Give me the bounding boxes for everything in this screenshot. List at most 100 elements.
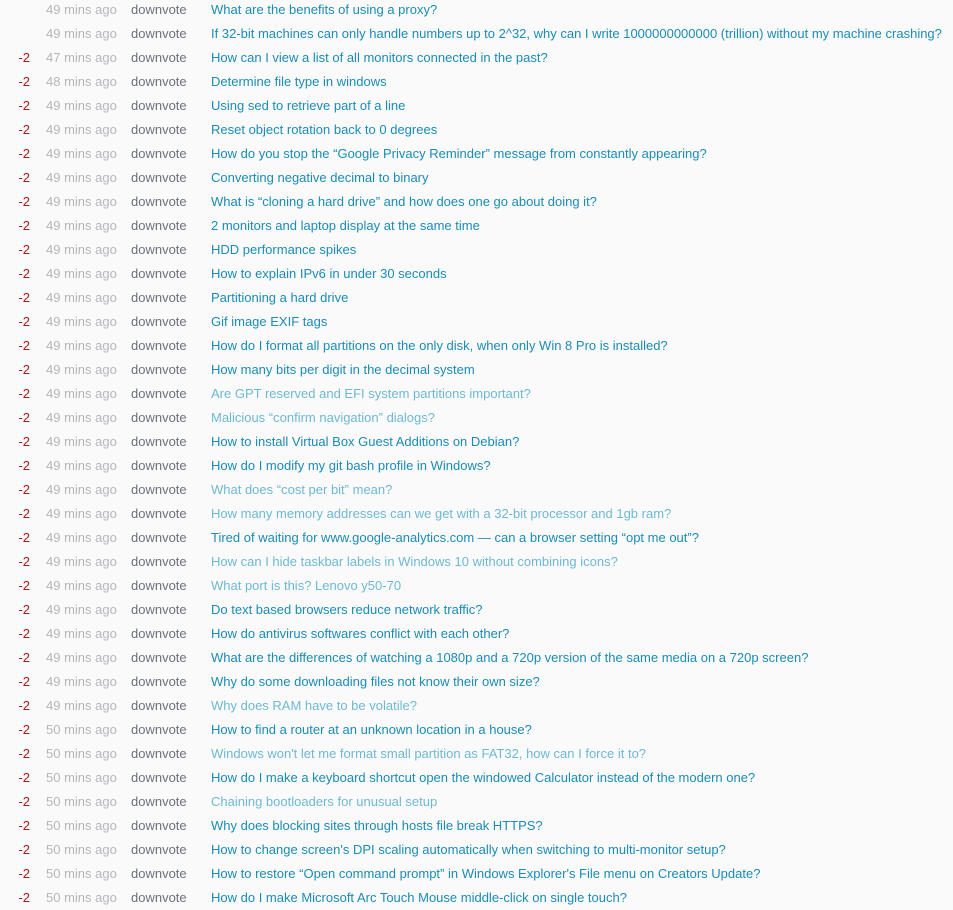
vote-score: -2 — [18, 602, 30, 617]
question-link[interactable]: How do I make a keyboard shortcut open t… — [211, 766, 755, 790]
vote-time: 49 mins ago — [46, 290, 117, 305]
vote-action: downvote — [131, 410, 187, 425]
question-link[interactable]: 2 monitors and laptop display at the sam… — [211, 214, 480, 238]
vote-action: downvote — [131, 386, 187, 401]
list-item: 49 mins ago downvote What are the benefi… — [0, 0, 953, 22]
question-link[interactable]: HDD performance spikes — [211, 238, 356, 262]
list-item: -2 49 mins ago downvote Are GPT reserved… — [0, 382, 953, 406]
vote-action: downvote — [131, 866, 187, 881]
vote-action: downvote — [131, 290, 187, 305]
vote-score: -2 — [18, 866, 30, 881]
question-link[interactable]: What is “cloning a hard drive” and how d… — [211, 190, 597, 214]
question-link[interactable]: Malicious “confirm navigation” dialogs? — [211, 406, 435, 430]
list-item: -2 50 mins ago downvote Windows won't le… — [0, 742, 953, 766]
vote-score: -2 — [18, 482, 30, 497]
list-item: -2 47 mins ago downvote How can I view a… — [0, 46, 953, 70]
list-item: -2 49 mins ago downvote Do text based br… — [0, 598, 953, 622]
question-link[interactable]: How do antivirus softwares conflict with… — [211, 622, 509, 646]
question-link[interactable]: Why does RAM have to be volatile? — [211, 694, 417, 718]
question-link[interactable]: How do I format all partitions on the on… — [211, 334, 668, 358]
question-link[interactable]: Determine file type in windows — [211, 70, 387, 94]
list-item: -2 49 mins ago downvote How do I format … — [0, 334, 953, 358]
vote-score: -2 — [18, 626, 30, 641]
vote-time: 49 mins ago — [46, 122, 117, 137]
question-link[interactable]: What port is this? Lenovo y50-70 — [211, 574, 401, 598]
question-link[interactable]: Partitioning a hard drive — [211, 286, 348, 310]
list-item: -2 50 mins ago downvote How to restore “… — [0, 862, 953, 886]
vote-time: 49 mins ago — [46, 698, 117, 713]
vote-time: 49 mins ago — [46, 626, 117, 641]
vote-action: downvote — [131, 890, 187, 905]
question-link[interactable]: How to restore “Open command prompt” in … — [211, 862, 760, 886]
vote-time: 50 mins ago — [46, 890, 117, 905]
vote-time: 50 mins ago — [46, 842, 117, 857]
question-link[interactable]: How to change screen's DPI scaling autom… — [211, 838, 726, 862]
vote-score: -2 — [18, 794, 30, 809]
vote-score: -2 — [18, 818, 30, 833]
list-item: -2 49 mins ago downvote Malicious “confi… — [0, 406, 953, 430]
vote-score: -2 — [18, 50, 30, 65]
vote-time: 49 mins ago — [46, 602, 117, 617]
list-item: -2 49 mins ago downvote How to explain I… — [0, 262, 953, 286]
vote-score: -2 — [18, 194, 30, 209]
vote-action: downvote — [131, 482, 187, 497]
question-link[interactable]: Windows won't let me format small partit… — [211, 742, 646, 766]
question-link[interactable]: How can I view a list of all monitors co… — [211, 46, 548, 70]
question-link[interactable]: What are the benefits of using a proxy? — [211, 0, 437, 22]
vote-time: 49 mins ago — [46, 146, 117, 161]
list-item: -2 48 mins ago downvote Determine file t… — [0, 70, 953, 94]
vote-action: downvote — [131, 338, 187, 353]
vote-score: -2 — [18, 386, 30, 401]
question-link[interactable]: If 32-bit machines can only handle numbe… — [211, 22, 942, 46]
vote-time: 49 mins ago — [46, 242, 117, 257]
question-link[interactable]: How to find a router at an unknown locat… — [211, 718, 532, 742]
vote-time: 49 mins ago — [46, 530, 117, 545]
vote-action: downvote — [131, 698, 187, 713]
question-link[interactable]: How to explain IPv6 in under 30 seconds — [211, 262, 447, 286]
vote-time: 49 mins ago — [46, 434, 117, 449]
question-link[interactable]: How do you stop the “Google Privacy Remi… — [211, 142, 707, 166]
question-link[interactable]: Do text based browsers reduce network tr… — [211, 598, 482, 622]
vote-action: downvote — [131, 770, 187, 785]
list-item: -2 49 mins ago downvote How do I modify … — [0, 454, 953, 478]
list-item: -2 49 mins ago downvote Reset object rot… — [0, 118, 953, 142]
vote-time: 48 mins ago — [46, 74, 117, 89]
question-link[interactable]: What does “cost per bit” mean? — [211, 478, 392, 502]
question-link[interactable]: Why do some downloading files not know t… — [211, 670, 540, 694]
question-link[interactable]: Using sed to retrieve part of a line — [211, 94, 405, 118]
list-item: -2 49 mins ago downvote How many bits pe… — [0, 358, 953, 382]
vote-time: 49 mins ago — [46, 2, 117, 17]
question-link[interactable]: Chaining bootloaders for unusual setup — [211, 790, 437, 814]
list-item: -2 49 mins ago downvote What are the dif… — [0, 646, 953, 670]
question-link[interactable]: Gif image EXIF tags — [211, 310, 327, 334]
question-link[interactable]: How to install Virtual Box Guest Additio… — [211, 430, 519, 454]
question-link[interactable]: Are GPT reserved and EFI system partitio… — [211, 382, 531, 406]
vote-time: 49 mins ago — [46, 482, 117, 497]
vote-action: downvote — [131, 746, 187, 761]
vote-time: 49 mins ago — [46, 362, 117, 377]
vote-score: -2 — [18, 554, 30, 569]
vote-time: 49 mins ago — [46, 218, 117, 233]
question-link[interactable]: Converting negative decimal to binary — [211, 166, 429, 190]
list-item: -2 50 mins ago downvote How do I make a … — [0, 766, 953, 790]
question-link[interactable]: Why does blocking sites through hosts fi… — [211, 814, 543, 838]
question-link[interactable]: How do I make Microsoft Arc Touch Mouse … — [211, 886, 627, 910]
vote-time: 49 mins ago — [46, 458, 117, 473]
vote-action: downvote — [131, 506, 187, 521]
question-link[interactable]: How many memory addresses can we get wit… — [211, 502, 671, 526]
vote-score: -2 — [18, 890, 30, 905]
vote-action: downvote — [131, 50, 187, 65]
vote-action: downvote — [131, 266, 187, 281]
question-link[interactable]: How many bits per digit in the decimal s… — [211, 358, 475, 382]
question-link[interactable]: How can I hide taskbar labels in Windows… — [211, 550, 618, 574]
vote-action: downvote — [131, 242, 187, 257]
list-item: -2 49 mins ago downvote Tired of waiting… — [0, 526, 953, 550]
question-link[interactable]: Reset object rotation back to 0 degrees — [211, 118, 437, 142]
question-link[interactable]: How do I modify my git bash profile in W… — [211, 454, 491, 478]
vote-score: -2 — [18, 122, 30, 137]
list-item: -2 49 mins ago downvote 2 monitors and l… — [0, 214, 953, 238]
vote-action: downvote — [131, 26, 187, 41]
question-link[interactable]: What are the differences of watching a 1… — [211, 646, 808, 670]
vote-action: downvote — [131, 146, 187, 161]
question-link[interactable]: Tired of waiting for www.google-analytic… — [211, 526, 699, 550]
